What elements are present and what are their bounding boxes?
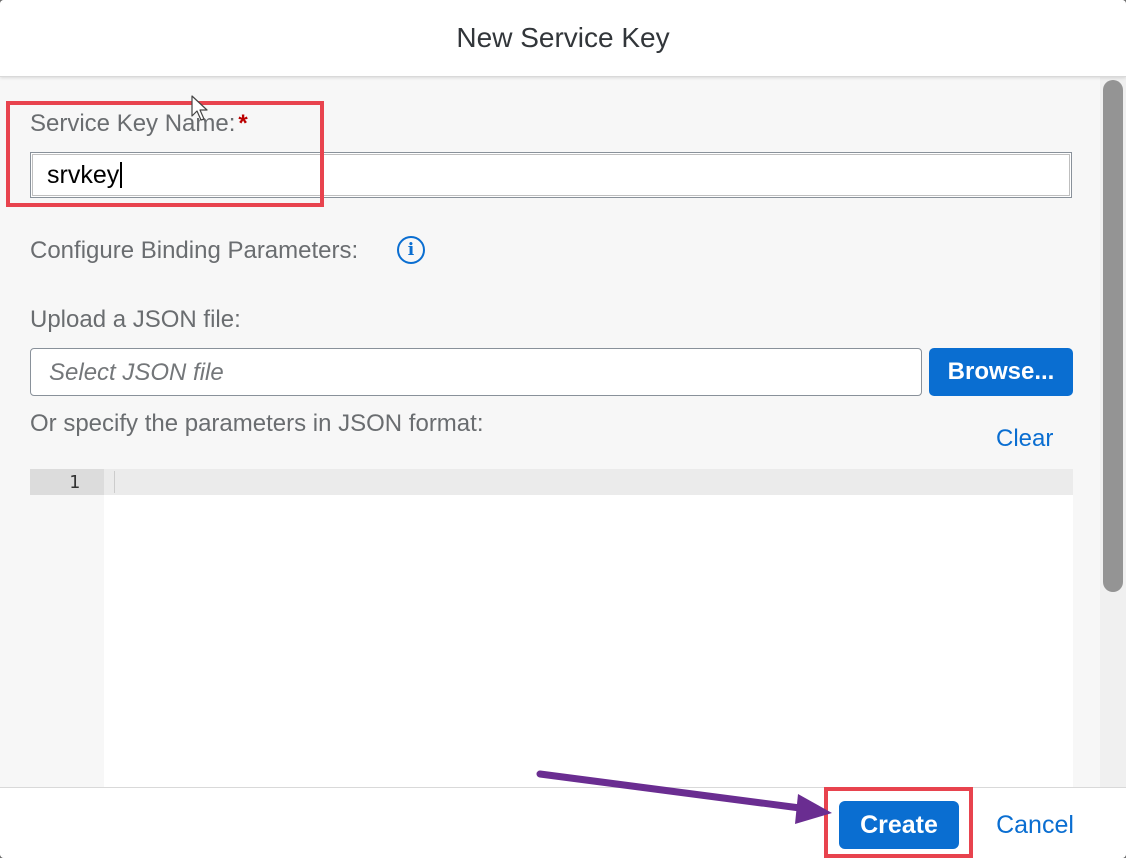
json-file-input[interactable]: Select JSON file [30, 348, 922, 396]
editor-line-number: 1 [69, 472, 80, 493]
dialog-title: New Service Key [456, 22, 670, 53]
editor-active-line [30, 469, 1073, 495]
editor-gutter [30, 469, 104, 787]
json-editor[interactable]: 1 [30, 469, 1073, 787]
binding-parameters-label: Configure Binding Parameters: [30, 237, 359, 264]
create-button[interactable]: Create [839, 801, 959, 849]
service-key-name-label: Service Key Name: * [30, 110, 248, 138]
required-marker: * [238, 110, 248, 137]
service-key-name-value: srvkey [47, 162, 123, 188]
dialog-footer: Create Cancel [0, 787, 1126, 858]
json-format-label: Or specify the parameters in JSON format… [30, 410, 484, 437]
browse-button[interactable]: Browse... [929, 348, 1073, 396]
cancel-button[interactable]: Cancel [984, 801, 1086, 849]
upload-json-label: Upload a JSON file: [30, 306, 241, 333]
json-file-placeholder: Select JSON file [49, 359, 224, 386]
editor-cursor [114, 471, 115, 493]
clear-button[interactable]: Clear [996, 425, 1053, 453]
scrollbar-thumb[interactable] [1103, 80, 1123, 592]
dialog-content: Service Key Name: * srvkey Configure Bind… [0, 77, 1100, 787]
service-key-name-input[interactable]: srvkey [30, 152, 1072, 198]
new-service-key-dialog: New Service Key Service Key Name: * srvke… [0, 0, 1126, 858]
mouse-pointer-icon [191, 95, 208, 121]
info-icon[interactable]: i [397, 236, 425, 264]
dialog-header: New Service Key [0, 0, 1126, 77]
